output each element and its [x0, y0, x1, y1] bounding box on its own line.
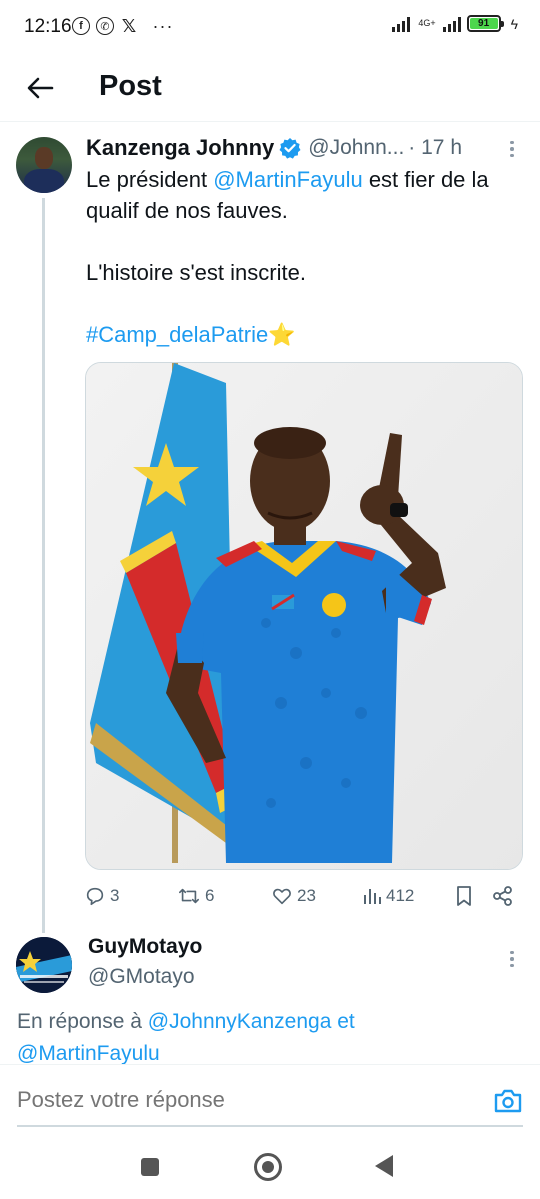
battery-level: 91: [469, 18, 498, 29]
reply-author-name[interactable]: GuyMotayo: [88, 935, 202, 959]
star-emoji: ⭐: [268, 322, 296, 347]
reply-avatar[interactable]: [16, 937, 72, 993]
thread-line: [42, 198, 45, 933]
tweet-text-line: L'histoire s'est inscrite.: [86, 260, 306, 285]
bookmark-button[interactable]: [454, 880, 474, 912]
camera-button[interactable]: [493, 1087, 523, 1117]
tweet-header: Kanzenga Johnny @Johnn... · 17 h: [86, 134, 526, 162]
views-icon: [364, 889, 381, 904]
author-handle[interactable]: @Johnn...: [308, 136, 404, 160]
reply-composer: [0, 1064, 540, 1134]
signal-icon: [392, 16, 411, 32]
back-button[interactable]: [20, 68, 60, 108]
reply-context: En réponse à @JohnnyKanzenga et @MartinF…: [17, 1006, 517, 1070]
reply-avatar-image: [16, 937, 72, 993]
battery-icon: 91: [466, 15, 504, 32]
views-button[interactable]: 412: [362, 880, 414, 912]
tweet-text: Le président @MartinFayulu est fier de l…: [86, 164, 526, 350]
reply-context-prefix: En réponse à: [17, 1010, 148, 1033]
home-button[interactable]: [254, 1153, 282, 1181]
facebook-icon: f: [72, 17, 90, 35]
notification-icons: f ✆ 𝕏 ···: [72, 15, 174, 36]
recent-apps-button[interactable]: [141, 1158, 159, 1176]
comment-icon: [86, 887, 104, 906]
bookmark-icon: [457, 886, 471, 906]
status-bar: 12:16 f ✆ 𝕏 ··· 4G+ 91 ϟ: [0, 0, 540, 56]
system-nav-bar: [0, 1134, 540, 1199]
reply-more-options-button[interactable]: [502, 946, 522, 972]
reply-context-and: et: [331, 1010, 355, 1033]
hashtag-link[interactable]: #Camp_delaPatrie: [86, 322, 268, 347]
camera-icon: [494, 1089, 522, 1113]
composer-underline: [17, 1125, 523, 1127]
page-header: Post: [0, 56, 540, 122]
page-title: Post: [99, 70, 162, 102]
view-count: 412: [386, 886, 415, 905]
signal-icon-2: [442, 16, 461, 32]
reply-author-handle[interactable]: @GMotayo: [88, 965, 195, 989]
reply-input[interactable]: [17, 1087, 437, 1113]
post-time: · 17 h: [408, 136, 462, 159]
tweet-text-part: Le président: [86, 167, 214, 192]
verified-badge-icon: [279, 137, 301, 159]
share-button[interactable]: [492, 880, 514, 912]
more-notifications-icon: ···: [152, 15, 174, 36]
mention-link[interactable]: @JohnnyKanzenga: [148, 1010, 332, 1033]
avatar[interactable]: [16, 137, 72, 193]
heart-icon: [273, 888, 291, 905]
system-back-button[interactable]: [375, 1155, 393, 1177]
x-icon: 𝕏: [121, 15, 137, 36]
arrow-left-icon: [27, 77, 54, 99]
author-name[interactable]: Kanzenga Johnny: [86, 135, 274, 161]
photo-illustration: [86, 363, 522, 869]
mention-link[interactable]: @MartinFayulu: [213, 167, 363, 192]
repost-icon: [179, 888, 199, 904]
mention-link[interactable]: @MartinFayulu: [17, 1042, 160, 1065]
reply-button[interactable]: 3: [84, 880, 119, 912]
more-options-button[interactable]: [502, 136, 522, 162]
repost-button[interactable]: 6: [177, 880, 214, 912]
like-button[interactable]: 23: [271, 880, 316, 912]
status-time: 12:16: [24, 16, 72, 37]
share-icon: [493, 886, 512, 906]
post-image[interactable]: [85, 362, 523, 870]
repost-count: 6: [205, 886, 215, 905]
post-actions: 3 6 23 412: [84, 880, 524, 912]
system-icons: 4G+ 91 ϟ: [392, 15, 518, 32]
charging-icon: ϟ: [510, 15, 518, 32]
network-type: 4G+: [418, 18, 436, 28]
like-count: 23: [297, 886, 316, 905]
reply-count: 3: [110, 886, 120, 905]
whatsapp-icon: ✆: [96, 17, 114, 35]
